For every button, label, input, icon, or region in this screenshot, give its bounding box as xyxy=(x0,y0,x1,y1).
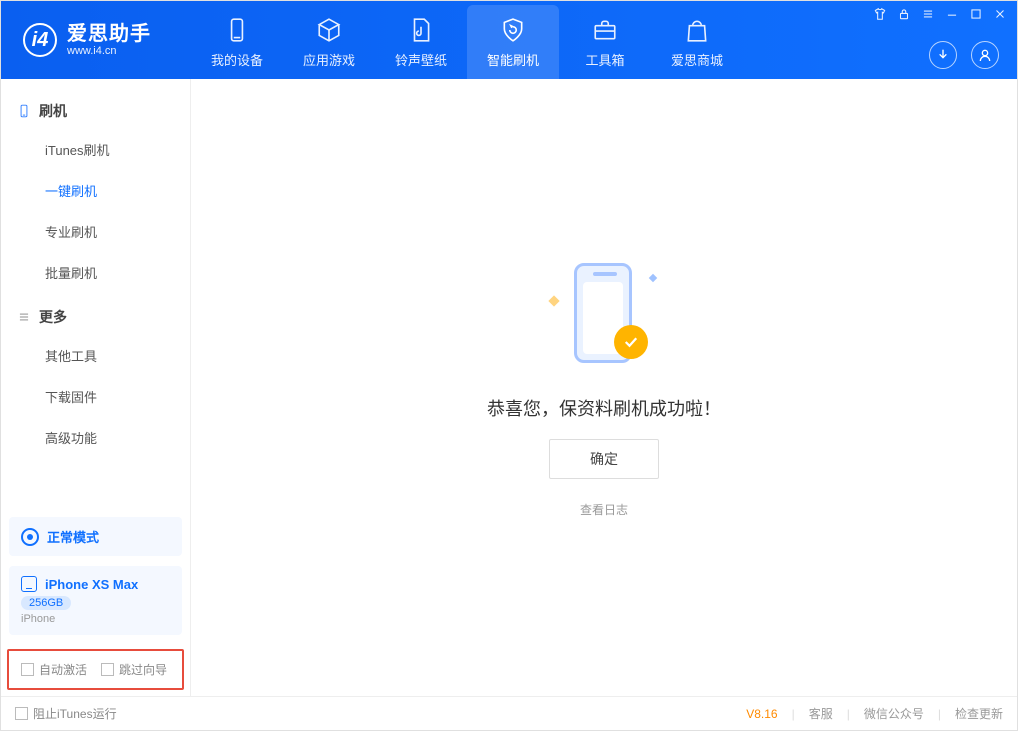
cube-icon xyxy=(315,16,343,44)
sparkle-icon xyxy=(649,274,657,282)
sidebar-item-other-tools[interactable]: 其他工具 xyxy=(1,335,190,376)
checkbox-skip-guide[interactable]: 跳过向导 xyxy=(101,661,167,678)
sidebar-group-flash: 刷机 xyxy=(1,87,190,129)
device-name: iPhone XS Max xyxy=(45,577,138,592)
device-icon xyxy=(223,16,251,44)
sidebar-item-advanced[interactable]: 高级功能 xyxy=(1,417,190,458)
device-storage: 256GB xyxy=(21,596,71,610)
tab-smart-flash[interactable]: 智能刷机 xyxy=(467,5,559,79)
header: i4 爱思助手 www.i4.cn 我的设备 应用游戏 铃声壁纸 智能刷机 xyxy=(1,1,1017,79)
ok-button[interactable]: 确定 xyxy=(549,439,659,479)
separator: | xyxy=(938,707,941,721)
device-type: iPhone xyxy=(21,613,170,625)
main-tabs: 我的设备 应用游戏 铃声壁纸 智能刷机 工具箱 爱思商城 xyxy=(191,1,743,79)
window-controls xyxy=(873,7,1007,21)
tab-toolbox[interactable]: 工具箱 xyxy=(559,5,651,79)
sidebar-item-pro-flash[interactable]: 专业刷机 xyxy=(1,211,190,252)
header-right-actions xyxy=(929,41,999,69)
device-icon xyxy=(21,576,37,592)
bag-icon xyxy=(683,16,711,44)
tab-label: 我的设备 xyxy=(211,50,263,69)
app-title: 爱思助手 xyxy=(67,23,151,45)
view-log-link[interactable]: 查看日志 xyxy=(580,501,628,518)
checkbox-block-itunes[interactable]: 阻止iTunes运行 xyxy=(15,705,117,722)
group-label: 更多 xyxy=(39,307,67,327)
sparkle-icon xyxy=(548,295,559,306)
checkbox-label: 自动激活 xyxy=(39,661,87,678)
tab-ringtones[interactable]: 铃声壁纸 xyxy=(375,5,467,79)
close-icon[interactable] xyxy=(993,7,1007,21)
phone-icon xyxy=(17,104,31,118)
logo-area: i4 爱思助手 www.i4.cn xyxy=(1,1,191,79)
sidebar-item-batch-flash[interactable]: 批量刷机 xyxy=(1,252,190,293)
tab-store[interactable]: 爱思商城 xyxy=(651,5,743,79)
download-button[interactable] xyxy=(929,41,957,69)
version-label: V8.16 xyxy=(746,707,777,721)
status-bar: 阻止iTunes运行 V8.16 | 客服 | 微信公众号 | 检查更新 xyxy=(1,696,1017,730)
sidebar-item-itunes-flash[interactable]: iTunes刷机 xyxy=(1,129,190,170)
check-update-link[interactable]: 检查更新 xyxy=(955,705,1003,722)
checkbox-label: 阻止iTunes运行 xyxy=(33,705,117,722)
minimize-icon[interactable] xyxy=(945,7,959,21)
tab-apps-games[interactable]: 应用游戏 xyxy=(283,5,375,79)
checkbox-label: 跳过向导 xyxy=(119,661,167,678)
sidebar-item-onekey-flash[interactable]: 一键刷机 xyxy=(1,170,190,211)
device-card[interactable]: iPhone XS Max 256GB iPhone xyxy=(9,566,182,635)
shield-refresh-icon xyxy=(499,16,527,44)
logo-icon: i4 xyxy=(23,23,57,57)
separator: | xyxy=(792,707,795,721)
list-icon xyxy=(17,310,31,324)
maximize-icon[interactable] xyxy=(969,7,983,21)
tab-label: 智能刷机 xyxy=(487,50,539,69)
success-illustration xyxy=(544,257,664,377)
checkbox-box-icon xyxy=(101,663,114,676)
menu-icon[interactable] xyxy=(921,7,935,21)
music-file-icon xyxy=(407,16,435,44)
toolbox-icon xyxy=(591,16,619,44)
sidebar-group-more: 更多 xyxy=(1,293,190,335)
checkbox-box-icon xyxy=(21,663,34,676)
sidebar-item-download-firmware[interactable]: 下载固件 xyxy=(1,376,190,417)
tab-my-device[interactable]: 我的设备 xyxy=(191,5,283,79)
mode-indicator-icon xyxy=(21,528,39,546)
body: 刷机 iTunes刷机 一键刷机 专业刷机 批量刷机 更多 其他工具 下载固件 … xyxy=(1,79,1017,696)
check-badge-icon xyxy=(614,325,648,359)
checkbox-box-icon xyxy=(15,707,28,720)
shirt-icon[interactable] xyxy=(873,7,887,21)
sidebar: 刷机 iTunes刷机 一键刷机 专业刷机 批量刷机 更多 其他工具 下载固件 … xyxy=(1,79,191,696)
mode-label: 正常模式 xyxy=(47,527,99,546)
tab-label: 铃声壁纸 xyxy=(395,50,447,69)
wechat-link[interactable]: 微信公众号 xyxy=(864,705,924,722)
separator: | xyxy=(847,707,850,721)
success-message: 恭喜您，保资料刷机成功啦！ xyxy=(487,395,721,421)
app-window: i4 爱思助手 www.i4.cn 我的设备 应用游戏 铃声壁纸 智能刷机 xyxy=(0,0,1018,731)
app-url: www.i4.cn xyxy=(67,45,151,57)
lock-icon[interactable] xyxy=(897,7,911,21)
tab-label: 工具箱 xyxy=(585,50,624,69)
tab-label: 应用游戏 xyxy=(303,50,355,69)
main-content: 恭喜您，保资料刷机成功啦！ 确定 查看日志 xyxy=(191,79,1017,696)
mode-card[interactable]: 正常模式 xyxy=(9,517,182,556)
customer-service-link[interactable]: 客服 xyxy=(809,705,833,722)
group-label: 刷机 xyxy=(39,101,67,121)
sidebar-bottom-options: 自动激活 跳过向导 xyxy=(7,649,184,690)
user-button[interactable] xyxy=(971,41,999,69)
checkbox-auto-activate[interactable]: 自动激活 xyxy=(21,661,87,678)
tab-label: 爱思商城 xyxy=(671,50,723,69)
